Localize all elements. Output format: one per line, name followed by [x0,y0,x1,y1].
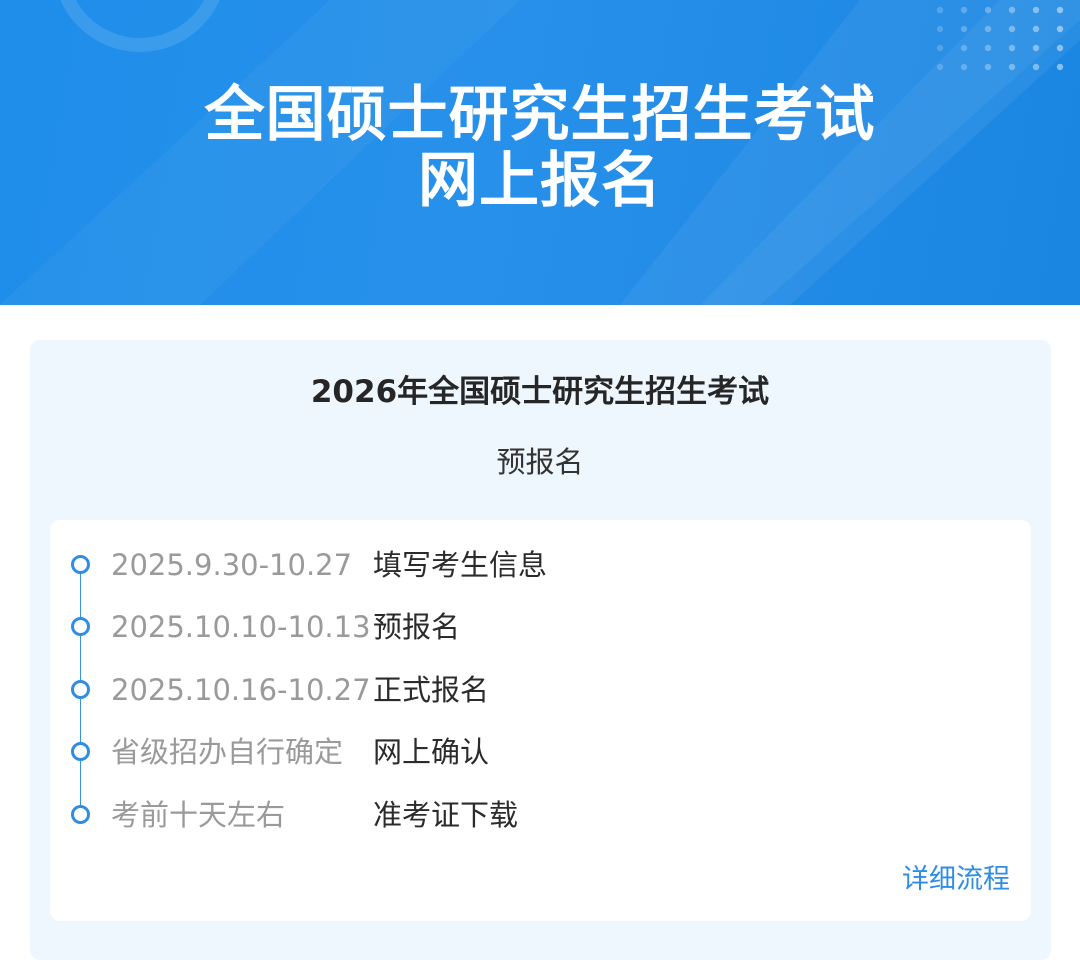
timeline-dot-icon [71,742,90,761]
banner-dot [1056,6,1064,14]
banner-dot [984,44,992,52]
page-title-line1: 全国硕士研究生招生考试 [204,80,876,150]
timeline-item: 2025.10.16-10.27 正式报名 [0,665,1080,715]
timeline-event: 填写考生信息 [373,548,548,582]
banner-dot [1008,63,1016,71]
banner-dot [960,44,968,52]
banner-dot [984,6,992,14]
timeline-item: 2025.9.30-10.27 填写考生信息 [0,540,1080,590]
banner-dot [1008,6,1016,14]
banner-dot [936,63,944,71]
page-title-line2: 网上报名 [418,146,662,216]
timeline-item: 考前十天左右 准考证下载 [0,790,1080,840]
banner-dot [1008,25,1016,33]
timeline-date: 考前十天左右 [111,798,286,832]
timeline-date: 省级招办自行确定 [111,735,344,769]
timeline-date: 2025.10.10-10.13 [111,610,371,644]
timeline-dot-icon [71,805,90,824]
banner-dot [1032,25,1040,33]
detail-process-link[interactable]: 详细流程 [880,858,1010,902]
banner-dot [936,44,944,52]
timeline-item: 2025.10.10-10.13 预报名 [0,602,1080,652]
banner-dot [1056,44,1064,52]
timeline-event: 预报名 [373,610,461,644]
banner-dot [1032,44,1040,52]
timeline-dot-icon [71,555,90,574]
timeline-date: 2025.10.16-10.27 [111,673,371,707]
timeline-date: 2025.9.30-10.27 [111,548,353,582]
timeline-dot-icon [71,680,90,699]
banner-dot [960,63,968,71]
banner-dot [936,25,944,33]
banner-dot [936,6,944,14]
timeline-event: 准考证下载 [373,798,519,832]
panel-title: 2026年全国硕士研究生招生考试 [310,374,770,410]
banner-dot [1032,63,1040,71]
timeline-event: 网上确认 [373,735,490,769]
timeline-item: 省级招办自行确定 网上确认 [0,727,1080,777]
header-banner: 全国硕士研究生招生考试 网上报名 [0,0,1080,305]
page-title: 全国硕士研究生招生考试 网上报名 [0,82,1080,214]
banner-dot [984,25,992,33]
panel-subtitle: 预报名 [496,445,584,479]
banner-dot [1032,6,1040,14]
banner-dot [1056,25,1064,33]
banner-dot [960,6,968,14]
timeline-event: 正式报名 [373,673,490,707]
banner-dot [1008,44,1016,52]
banner-dot [1056,63,1064,71]
banner-dot [960,25,968,33]
banner-dot [984,63,992,71]
timeline-dot-icon [71,617,90,636]
